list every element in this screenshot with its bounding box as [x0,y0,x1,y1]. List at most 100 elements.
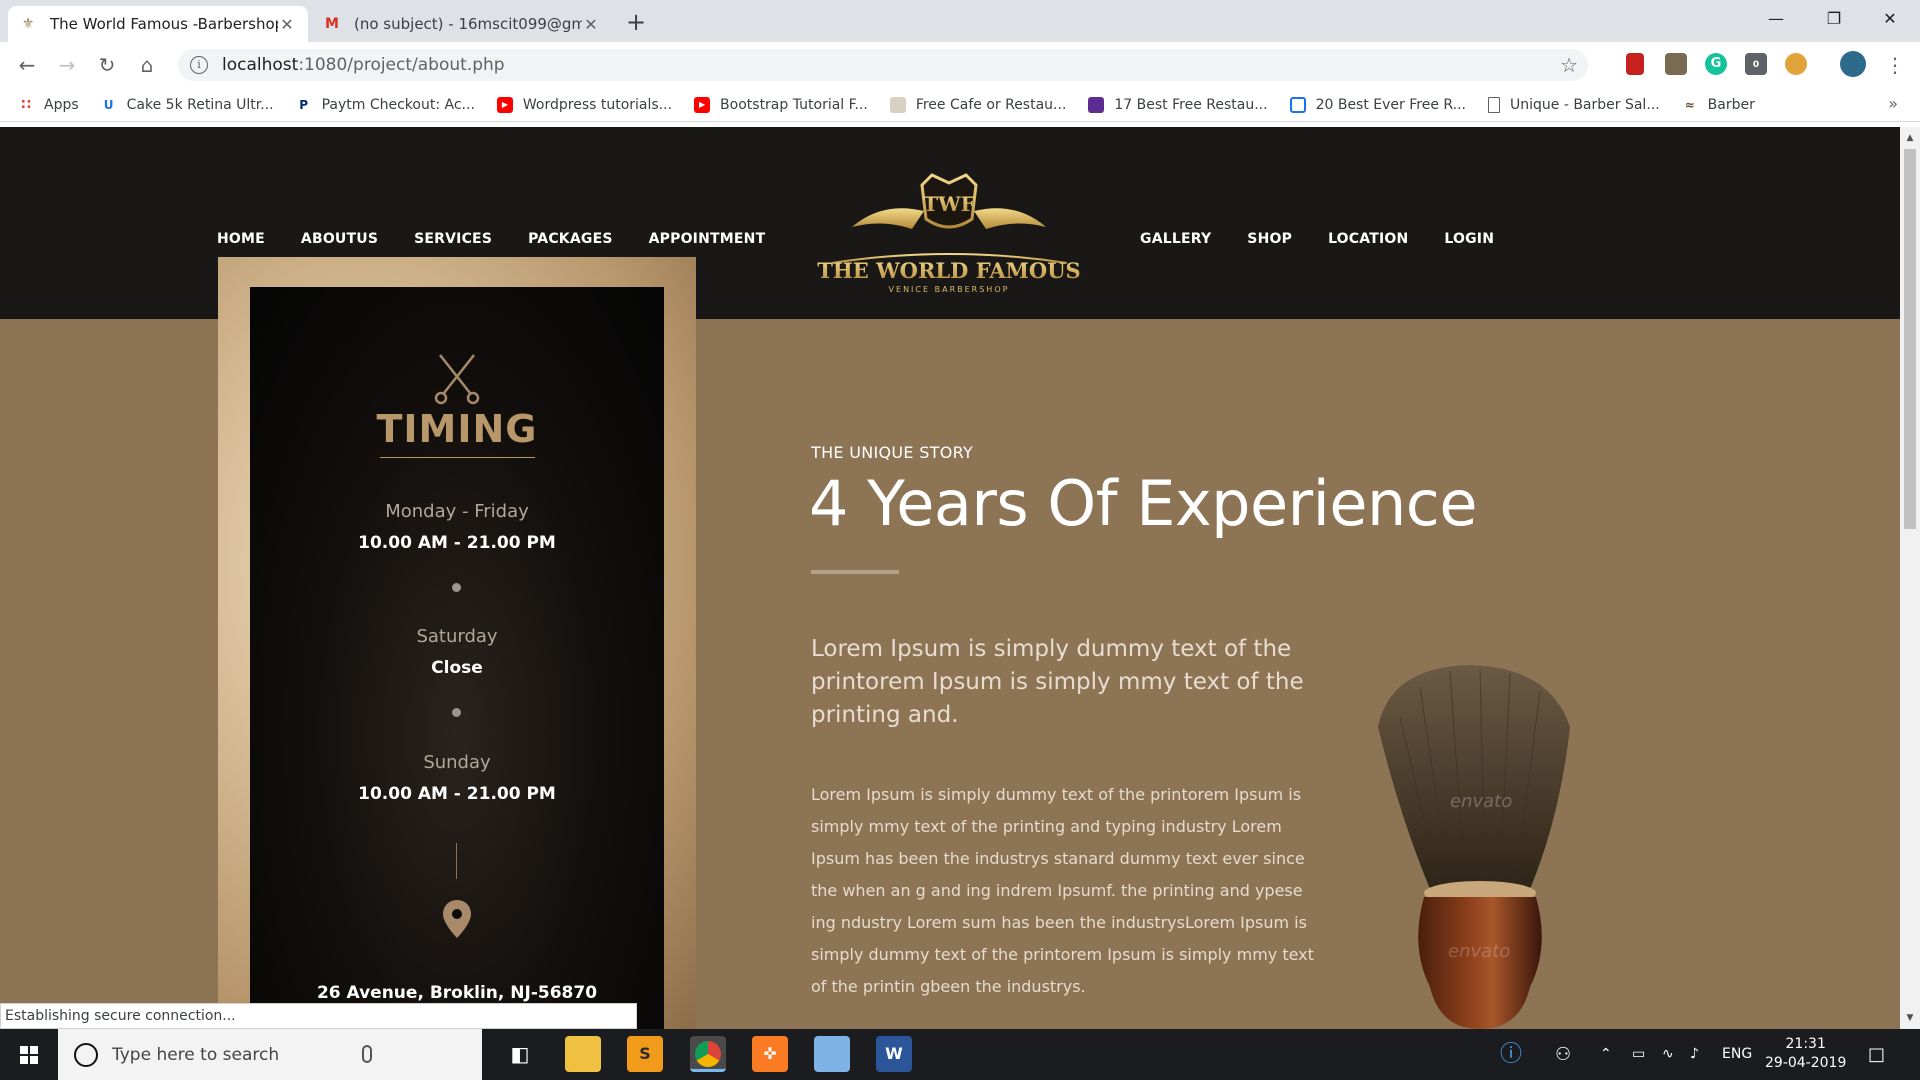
scroll-down-icon[interactable]: ▼ [1900,1009,1920,1027]
scroll-thumb[interactable] [1904,149,1916,529]
battery-icon[interactable]: ▭ [1632,1029,1645,1080]
bookmark-item[interactable]: P Paytm Checkout: Ac... [296,97,475,113]
close-window-button[interactable]: ✕ [1862,0,1918,38]
scissors-icon [434,354,480,405]
scroll-up-icon[interactable]: ▲ [1900,129,1920,147]
nav-gallery[interactable]: GALLERY [1140,231,1211,247]
nav-packages[interactable]: PACKAGES [528,231,613,247]
tab-barbershop[interactable]: ⚜ The World Famous -Barbershop ✕ [8,6,308,42]
barbershop-favicon-icon: ⚜ [21,16,35,32]
back-button[interactable]: ← [12,50,42,80]
headline-rule [811,570,899,574]
word-icon[interactable]: W [876,1036,912,1072]
show-hidden-icons-icon[interactable]: ⌃ [1600,1029,1612,1080]
shop-address: 26 Avenue, Broklin, NJ-56870 [316,983,598,1003]
slot-time: Close [431,658,483,678]
title-divider [380,457,535,458]
xampp-icon[interactable]: ✜ [752,1036,788,1072]
address-bar[interactable]: i localhost:1080/project/about.php ☆ [178,49,1588,81]
bookmark-item[interactable]: 17 Best Free Restau... [1088,96,1268,113]
nav-shop[interactable]: SHOP [1247,231,1292,247]
nav-home[interactable]: HOME [217,231,265,247]
help-icon[interactable]: ⓘ [1500,1029,1522,1080]
virtualbox-icon[interactable] [814,1036,850,1072]
nav-login[interactable]: LOGIN [1444,231,1494,247]
paytm-icon: P [299,97,308,112]
bookmark-item[interactable]: ▶ Bootstrap Tutorial F... [694,96,868,113]
mustache-icon: ≈ [1684,97,1695,112]
slot-time: 10.00 AM - 21.00 PM [358,533,556,553]
menu-kebab-icon[interactable]: ⋮ [1880,50,1910,80]
cortana-icon [74,1042,98,1067]
nav-services[interactable]: SERVICES [414,231,492,247]
bookmark-label: Apps [44,96,79,113]
profile-avatar[interactable] [1840,51,1866,77]
bookmarks-bar: ∷ Apps U Cake 5k Retina Ultr... P Paytm Che… [0,88,1920,122]
nav-aboutus[interactable]: ABOUTUS [301,231,378,247]
volume-icon[interactable]: ♪ [1690,1029,1699,1080]
bookmark-label: 17 Best Free Restau... [1114,96,1268,113]
slot-day: Saturday [416,626,498,647]
forward-button[interactable]: → [52,50,82,80]
microphone-icon[interactable] [362,1045,372,1063]
sublime-text-icon[interactable]: S [627,1036,663,1072]
close-tab-icon[interactable]: ✕ [278,15,296,34]
url-host: localhost [222,55,299,75]
shield-extension-icon[interactable] [1626,53,1644,75]
bookmark-item[interactable]: ≈ Barber [1682,97,1755,113]
file-explorer-icon[interactable] [565,1036,601,1072]
minimize-button[interactable]: — [1748,0,1804,38]
eyedropper-extension-icon[interactable] [1665,53,1687,75]
timing-card: TIMING Monday - Friday 10.00 AM - 21.00 … [250,287,664,1029]
people-icon[interactable]: ⚇ [1555,1029,1571,1080]
windows-start-icon[interactable] [0,1029,58,1080]
grammarly-icon[interactable]: G [1705,53,1727,75]
chrome-icon[interactable] [690,1036,726,1072]
wifi-icon[interactable]: ∿ [1662,1029,1674,1080]
separator-dot [452,708,461,717]
taskbar-search[interactable]: Type here to search [58,1029,482,1080]
bookmark-item[interactable]: ▶ Wordpress tutorials... [496,96,672,113]
gmail-icon: M [325,16,339,32]
restore-button[interactable]: ❐ [1806,0,1862,38]
nav-location[interactable]: LOCATION [1328,231,1408,247]
logo-monogram: TWF [923,192,975,216]
reload-button[interactable]: ↻ [92,50,122,80]
page-icon [1487,96,1500,113]
browser-toolbar: ← → ↻ ⌂ i localhost:1080/project/about.p… [0,42,1920,88]
action-center-icon[interactable]: □ [1868,1029,1885,1080]
site-logo[interactable]: TWF THE WORLD FAMOUS VENICE BARBERSHOP [812,171,1087,301]
bookmark-item[interactable]: Unique - Barber Sal... [1487,96,1660,113]
shaving-brush-image: envato envato [1378,665,1570,1029]
extension-icon[interactable]: 0 [1745,53,1767,75]
windows-taskbar: Type here to search ◧ S ✜ W ⓘ ⚇ ⌃ ▭ ∿ ♪ … [0,1029,1920,1080]
bookmark-item[interactable]: Free Cafe or Restau... [889,96,1066,113]
slot-day: Sunday [423,752,491,773]
browser-tab-strip: ⚜ The World Famous -Barbershop ✕ M (no s… [0,0,1920,42]
bookmark-label: Unique - Barber Sal... [1509,96,1660,113]
clock-time: 21:31 [1785,1036,1826,1052]
taskbar-clock[interactable]: 21:31 29-04-2019 [1765,1035,1846,1073]
story-headline: 4 Years Of Experience [809,467,1478,540]
info-icon[interactable]: i [190,56,208,74]
youtube-icon: ▶ [496,96,513,113]
taskbar-search-placeholder: Type here to search [112,1044,280,1065]
task-view-icon[interactable]: ◧ [502,1036,538,1072]
bookmark-item[interactable]: 20 Best Ever Free R... [1289,96,1466,113]
bookmark-star-icon[interactable]: ☆ [1560,53,1578,77]
nav-appointment[interactable]: APPOINTMENT [649,231,766,247]
tab-gmail[interactable]: M (no subject) - 16mscit099@gmail ✕ [312,6,612,42]
bookmark-item[interactable]: U Cake 5k Retina Ultr... [101,97,274,113]
nav-left: HOME ABOUTUS SERVICES PACKAGES APPOINTME… [217,231,801,247]
page-scrollbar[interactable]: ▲ ▼ [1900,127,1920,1029]
input-language[interactable]: ENG [1722,1029,1752,1080]
bookmarks-overflow-icon[interactable]: » [1888,94,1898,113]
home-button[interactable]: ⌂ [132,50,162,80]
bookmark-label: Bootstrap Tutorial F... [720,96,868,113]
nav-right: GALLERY SHOP LOCATION LOGIN [1140,231,1530,247]
cookie-extension-icon[interactable] [1785,53,1807,75]
close-tab-icon[interactable]: ✕ [582,15,600,34]
page-viewport: HOME ABOUTUS SERVICES PACKAGES APPOINTME… [0,127,1900,1029]
bookmark-apps[interactable]: ∷ Apps [18,97,79,113]
new-tab-button[interactable]: + [622,8,650,36]
